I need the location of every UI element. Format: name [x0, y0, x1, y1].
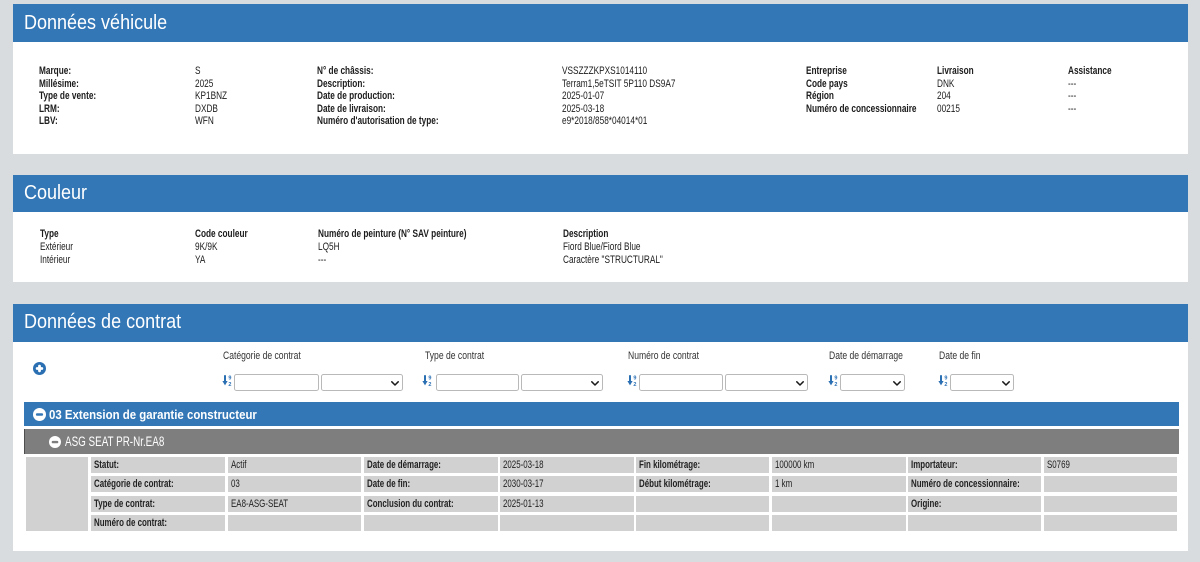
svg-text:2: 2 — [944, 382, 947, 387]
svg-text:9: 9 — [228, 376, 231, 382]
svg-text:2: 2 — [633, 382, 636, 387]
svg-text:2: 2 — [834, 382, 837, 387]
svg-text:9: 9 — [944, 376, 947, 382]
svg-text:2: 2 — [228, 382, 231, 387]
svg-text:9: 9 — [834, 376, 837, 382]
svg-text:9: 9 — [428, 376, 431, 382]
svg-text:2: 2 — [428, 382, 431, 387]
svg-text:9: 9 — [633, 376, 636, 382]
